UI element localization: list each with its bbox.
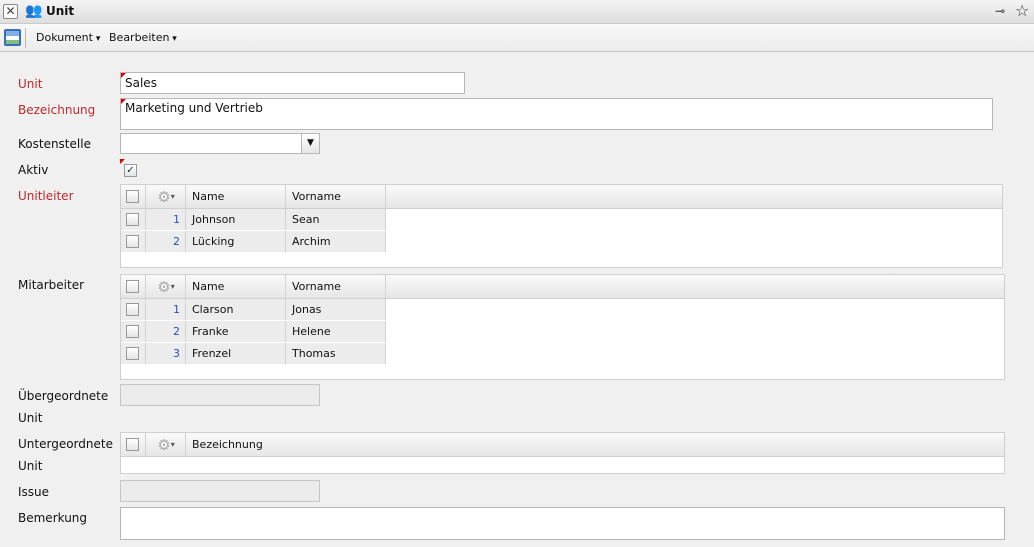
bemerkung-label: Bemerkung — [18, 511, 88, 525]
column-header-vorname[interactable]: Vorname — [286, 185, 386, 208]
column-header-name[interactable]: Name — [186, 275, 286, 298]
row-number: 3 — [146, 343, 186, 364]
issue-input[interactable] — [120, 480, 320, 502]
uebergeordnete-label-unit: Unit — [18, 411, 43, 425]
select-all-checkbox[interactable] — [126, 280, 139, 293]
star-icon[interactable]: ☆ — [1015, 1, 1029, 20]
gear-icon[interactable]: ⚙ — [157, 278, 170, 296]
toolbar-divider — [25, 28, 26, 48]
mitarbeiter-label: Mitarbeiter — [18, 278, 85, 292]
save-icon[interactable] — [4, 29, 21, 46]
table-row[interactable]: 2 Lücking Archim — [121, 231, 386, 253]
unitleiter-label: Unitleiter — [18, 189, 74, 203]
untergeordnete-grid: ⚙ ▾ Bezeichnung — [120, 432, 1005, 474]
row-number: 2 — [146, 321, 186, 342]
unit-label: Unit — [18, 77, 43, 91]
row-checkbox[interactable] — [126, 347, 139, 360]
aktiv-checkbox[interactable]: ✓ — [124, 164, 137, 177]
row-checkbox[interactable] — [126, 235, 139, 248]
menu-dokument[interactable]: Dokument — [36, 31, 100, 44]
chevron-down-icon[interactable]: ▼ — [301, 134, 319, 153]
row-number: 1 — [146, 299, 186, 320]
cell-name: Lücking — [186, 231, 286, 252]
bezeichnung-input[interactable]: Marketing und Vertrieb — [120, 98, 993, 130]
unitleiter-grid: ⚙ ▾ Name Vorname 1 Johnson Sean 2 Lücking… — [120, 184, 1003, 268]
issue-label: Issue — [18, 485, 50, 499]
select-all-checkbox[interactable] — [126, 438, 139, 451]
column-header-name[interactable]: Name — [186, 185, 286, 208]
untergeordnete-label-unit: Unit — [18, 459, 43, 473]
column-header-bezeichnung[interactable]: Bezeichnung — [186, 433, 1004, 456]
row-checkbox[interactable] — [126, 325, 139, 338]
bemerkung-textarea[interactable] — [120, 507, 1005, 540]
cell-name: Franke — [186, 321, 286, 342]
cell-vorname: Helene — [286, 321, 386, 342]
cell-name: Clarson — [186, 299, 286, 320]
unit-input[interactable]: Sales — [120, 72, 465, 94]
cell-vorname: Thomas — [286, 343, 386, 364]
table-row[interactable]: 3 Frenzel Thomas — [121, 343, 386, 365]
gear-icon[interactable]: ⚙ — [157, 188, 170, 206]
users-icon: 👥 — [25, 3, 43, 19]
row-number: 2 — [146, 231, 186, 252]
mitarbeiter-grid: ⚙ ▾ Name Vorname 1 Clarson Jonas 2 Franke… — [120, 274, 1005, 380]
table-row[interactable]: 2 Franke Helene — [121, 321, 386, 343]
row-checkbox[interactable] — [126, 213, 139, 226]
column-header-vorname[interactable]: Vorname — [286, 275, 386, 298]
cell-vorname: Archim — [286, 231, 386, 252]
pin-icon[interactable]: ⊸ — [995, 4, 1005, 18]
row-checkbox[interactable] — [126, 303, 139, 316]
menu-bearbeiten[interactable]: Bearbeiten — [109, 31, 177, 44]
cell-name: Johnson — [186, 209, 286, 230]
table-row[interactable]: 1 Johnson Sean — [121, 209, 386, 231]
aktiv-label: Aktiv — [18, 163, 49, 177]
uebergeordnete-label: Übergeordnete — [18, 389, 109, 403]
title-bar: ✕ 👥 Unit ⊸ ☆ — [0, 0, 1034, 24]
gear-icon[interactable]: ⚙ — [157, 436, 170, 454]
row-number: 1 — [146, 209, 186, 230]
cell-name: Frenzel — [186, 343, 286, 364]
kostenstelle-label: Kostenstelle — [18, 137, 91, 151]
select-all-checkbox[interactable] — [126, 190, 139, 203]
window-title: Unit — [46, 4, 75, 18]
untergeordnete-label: Untergeordnete — [18, 437, 113, 451]
uebergeordnete-unit-input[interactable] — [120, 384, 320, 406]
unit-value: Sales — [125, 76, 157, 90]
grid-header: ⚙ ▾ Name Vorname — [121, 275, 1004, 299]
bezeichnung-value: Marketing und Vertrieb — [125, 101, 263, 115]
grid-header: ⚙ ▾ Name Vorname — [121, 185, 1002, 209]
cell-vorname: Jonas — [286, 299, 386, 320]
cell-vorname: Sean — [286, 209, 386, 230]
grid-header: ⚙ ▾ Bezeichnung — [121, 433, 1004, 457]
kostenstelle-select[interactable]: ▼ — [120, 133, 320, 154]
bezeichnung-label: Bezeichnung — [18, 103, 96, 117]
close-icon[interactable]: ✕ — [3, 4, 18, 19]
table-row[interactable]: 1 Clarson Jonas — [121, 299, 386, 321]
